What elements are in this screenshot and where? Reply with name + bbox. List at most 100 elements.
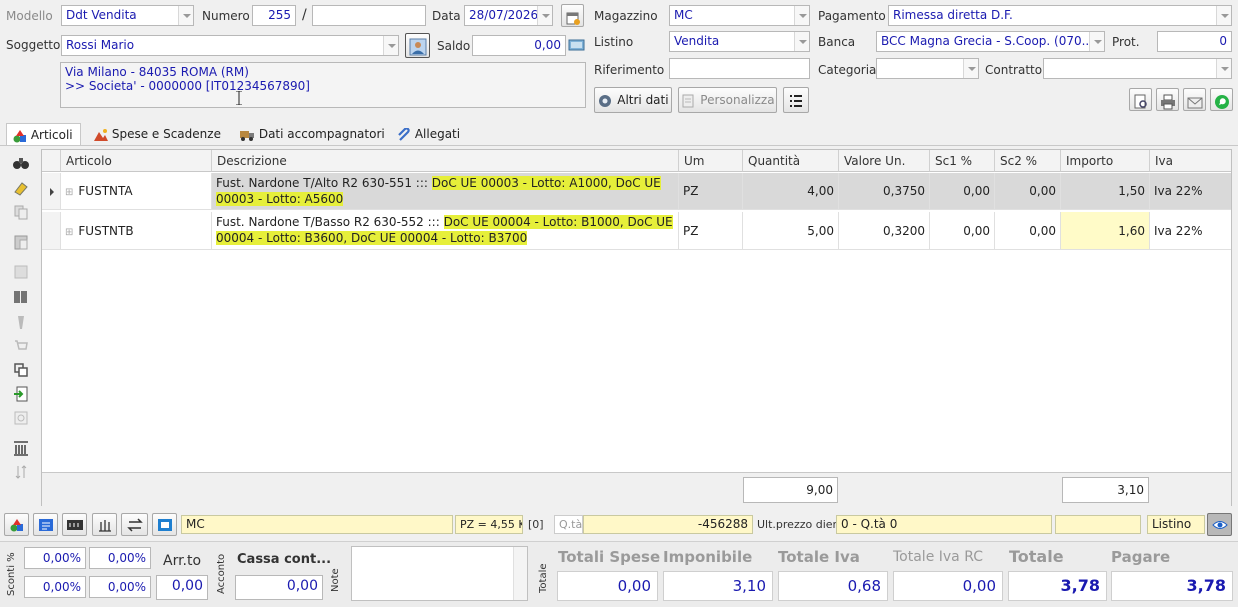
col-importo[interactable]: Importo <box>1061 150 1150 172</box>
col-sc2[interactable]: Sc2 % <box>995 150 1061 172</box>
columns-icon[interactable] <box>13 440 29 456</box>
data-date-picker[interactable]: 28/07/2026 <box>464 5 553 26</box>
chevron-down-icon[interactable] <box>1216 59 1231 78</box>
sconto-4[interactable]: 0,00% <box>89 576 151 598</box>
cell-sc2[interactable]: 0,00 <box>995 212 1061 250</box>
import-icon[interactable] <box>13 386 29 402</box>
numero-input[interactable]: 255 <box>252 5 296 26</box>
magazzino-select[interactable]: MC <box>669 5 810 26</box>
duplicate-icon[interactable] <box>13 362 29 378</box>
sconto-2[interactable]: 0,00% <box>89 547 151 569</box>
expand-icon[interactable]: ⊞ <box>65 187 73 198</box>
cell-valore[interactable]: 0,3200 <box>839 212 930 250</box>
row-selector[interactable] <box>42 212 61 250</box>
binoculars-icon[interactable] <box>13 155 29 171</box>
cell-um[interactable]: PZ <box>679 173 743 210</box>
banca-label: Banca <box>818 35 856 49</box>
chevron-down-icon[interactable] <box>537 6 552 25</box>
categoria-select[interactable] <box>876 58 979 79</box>
sort-icon[interactable] <box>13 464 29 480</box>
calendar-button[interactable] <box>561 4 584 27</box>
whatsapp-button[interactable] <box>1210 88 1233 111</box>
altri-dati-button[interactable]: Altri dati <box>594 87 672 113</box>
scale-button[interactable] <box>92 513 117 536</box>
cell-descrizione[interactable]: Fust. Nardone T/Alto R2 630-551 ::: DoC … <box>212 173 679 210</box>
list-button[interactable] <box>783 87 809 113</box>
chevron-down-icon[interactable] <box>963 59 978 78</box>
money-icon[interactable] <box>568 37 585 53</box>
chevron-down-icon[interactable] <box>794 6 809 25</box>
cell-descrizione[interactable]: Fust. Nardone T/Basso R2 630-552 ::: DoC… <box>212 212 679 250</box>
cart-icon[interactable] <box>13 338 29 354</box>
cassa-input[interactable]: 0,00 <box>235 575 323 600</box>
eraser-icon[interactable] <box>13 180 29 196</box>
paste-icon[interactable] <box>13 234 29 250</box>
cell-um[interactable]: PZ <box>679 212 743 250</box>
chevron-down-icon[interactable] <box>1089 32 1104 51</box>
prot-input[interactable]: 0 <box>1157 31 1232 52</box>
pagamento-select[interactable]: Rimessa diretta D.F. <box>888 5 1232 26</box>
contratto-select[interactable] <box>1043 58 1232 79</box>
shapes-button[interactable] <box>4 513 29 536</box>
col-articolo[interactable]: Articolo <box>61 150 212 172</box>
riferimento-input[interactable] <box>669 58 810 79</box>
col-descrizione[interactable]: Descrizione <box>212 150 679 172</box>
visibility-toggle[interactable] <box>1207 513 1232 536</box>
cell-quantita[interactable]: 5,00 <box>743 212 839 250</box>
pencil-icon[interactable] <box>13 314 29 330</box>
preview-button[interactable] <box>1129 88 1152 111</box>
tab-spese-scadenze[interactable]: Spese e Scadenze <box>88 123 229 145</box>
barcode-icon[interactable] <box>13 289 29 305</box>
personalizza-button[interactable]: Personalizza <box>678 87 777 113</box>
col-iva[interactable]: Iva <box>1150 150 1231 172</box>
cell-importo[interactable]: 1,60 <box>1061 212 1150 250</box>
soggetto-card-button[interactable] <box>405 33 430 58</box>
cell-sc2[interactable]: 0,00 <box>995 173 1061 210</box>
col-quantita[interactable]: Quantità <box>743 150 839 172</box>
table-row[interactable]: ⊞ FUSTNTA Fust. Nardone T/Alto R2 630-551… <box>42 173 1231 210</box>
chevron-down-icon[interactable] <box>383 36 398 55</box>
print-button[interactable] <box>1156 88 1179 111</box>
shapes-icon <box>13 129 26 142</box>
sconto-3[interactable]: 0,00% <box>24 576 86 598</box>
form-button[interactable] <box>33 513 58 536</box>
counter-button[interactable] <box>62 513 87 536</box>
cell-sc1[interactable]: 0,00 <box>930 212 995 250</box>
cell-sc1[interactable]: 0,00 <box>930 173 995 210</box>
settings-doc-icon[interactable] <box>13 410 29 426</box>
numero-suffix-input[interactable] <box>312 5 426 26</box>
col-valore-un[interactable]: Valore Un. <box>839 150 930 172</box>
cell-iva[interactable]: Iva 22% <box>1150 212 1231 250</box>
tab-articoli[interactable]: Articoli <box>6 123 81 145</box>
row-selector[interactable] <box>42 173 61 210</box>
col-sc1[interactable]: Sc1 % <box>930 150 995 172</box>
cell-quantita[interactable]: 4,00 <box>743 173 839 210</box>
tab-dati-accompagnatori[interactable]: Dati accompagnatori <box>233 123 393 145</box>
sconto-1[interactable]: 0,00% <box>24 547 86 569</box>
listino-select[interactable]: Vendita <box>669 31 810 52</box>
note-textarea[interactable] <box>351 546 528 601</box>
chevron-down-icon[interactable] <box>794 32 809 51</box>
expand-icon[interactable]: ⊞ <box>65 227 73 238</box>
camera-button[interactable] <box>152 513 177 536</box>
tab-allegati[interactable]: Allegati <box>391 123 468 145</box>
table-row[interactable]: ⊞ FUSTNTB Fust. Nardone T/Basso R2 630-55… <box>42 212 1231 250</box>
banca-select[interactable]: BCC Magna Grecia - S.Coop. (070... <box>876 31 1105 52</box>
cell-articolo[interactable]: ⊞ FUSTNTA <box>61 173 212 210</box>
arrto-input[interactable]: 0,00 <box>156 575 208 600</box>
note-scrollbar[interactable] <box>513 547 527 600</box>
chevron-down-icon[interactable] <box>1216 6 1231 25</box>
cell-importo[interactable]: 1,50 <box>1061 173 1150 210</box>
cell-valore[interactable]: 0,3750 <box>839 173 930 210</box>
copy-icon[interactable] <box>13 204 29 220</box>
cell-iva[interactable]: Iva 22% <box>1150 173 1231 210</box>
cell-articolo[interactable]: ⊞ FUSTNTB <box>61 212 212 250</box>
col-um[interactable]: Um <box>679 150 743 172</box>
soggetto-select[interactable]: Rossi Mario <box>61 35 399 56</box>
swap-button[interactable] <box>121 513 148 536</box>
save-icon[interactable] <box>13 264 29 280</box>
address-box: Via Milano - 84035 ROMA (RM) >> Societa'… <box>60 62 586 108</box>
chevron-down-icon[interactable] <box>178 6 193 25</box>
email-button[interactable] <box>1183 88 1206 111</box>
modello-select[interactable]: Ddt Vendita <box>61 5 194 26</box>
